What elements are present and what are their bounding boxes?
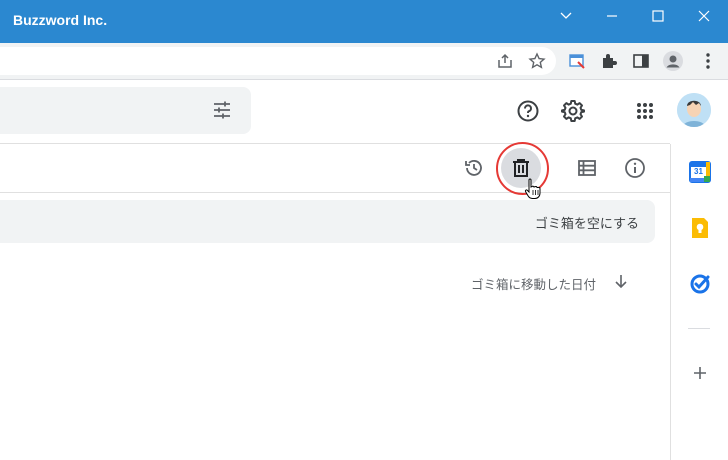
- apps-grid-icon: [637, 103, 653, 119]
- account-avatar[interactable]: [677, 93, 711, 127]
- arrow-down-icon[interactable]: [613, 273, 629, 289]
- maximize-button[interactable]: [635, 0, 681, 32]
- tasks-icon[interactable]: [688, 272, 712, 296]
- window-title: Buzzword Inc.: [13, 12, 108, 28]
- window-titlebar: Buzzword Inc.: [0, 0, 728, 43]
- settings-button[interactable]: [553, 91, 593, 131]
- address-bar[interactable]: [0, 47, 556, 75]
- search-options-icon[interactable]: [210, 98, 234, 122]
- extension-screen-capture-icon[interactable]: [565, 49, 589, 73]
- side-panel-divider: [688, 328, 710, 329]
- add-addon-icon[interactable]: [688, 361, 712, 385]
- restore-button[interactable]: [454, 148, 494, 188]
- browser-menu-icon[interactable]: [696, 49, 720, 73]
- extensions-puzzle-icon[interactable]: [597, 49, 621, 73]
- sort-by-trashed-date[interactable]: ゴミ箱に移動した日付: [471, 274, 596, 293]
- empty-trash-button[interactable]: ゴミ箱を空にする: [535, 213, 639, 232]
- hand-cursor-icon: [524, 178, 542, 200]
- calendar-day: 31: [694, 167, 703, 176]
- side-panel-icon[interactable]: [629, 49, 653, 73]
- tab-search-button[interactable]: [543, 0, 589, 32]
- bookmark-star-icon[interactable]: [525, 49, 549, 73]
- list-view-button[interactable]: [567, 148, 607, 188]
- help-button[interactable]: [508, 91, 548, 131]
- keep-icon[interactable]: [688, 216, 712, 240]
- share-icon[interactable]: [493, 49, 517, 73]
- list-view-icon: [578, 160, 596, 176]
- history-icon: [465, 160, 482, 176]
- side-panel: 31: [670, 144, 728, 460]
- calendar-icon[interactable]: 31: [688, 160, 712, 184]
- close-window-button[interactable]: [681, 0, 727, 32]
- gear-icon: [561, 100, 585, 122]
- info-icon: [625, 158, 645, 178]
- apps-grid-button[interactable]: [625, 91, 665, 131]
- profile-avatar-icon[interactable]: [661, 49, 685, 73]
- search-bar[interactable]: [0, 87, 251, 134]
- minimize-button[interactable]: [589, 0, 635, 32]
- details-button[interactable]: [615, 148, 655, 188]
- empty-trash-banner: ゴミ箱を空にする: [0, 200, 655, 243]
